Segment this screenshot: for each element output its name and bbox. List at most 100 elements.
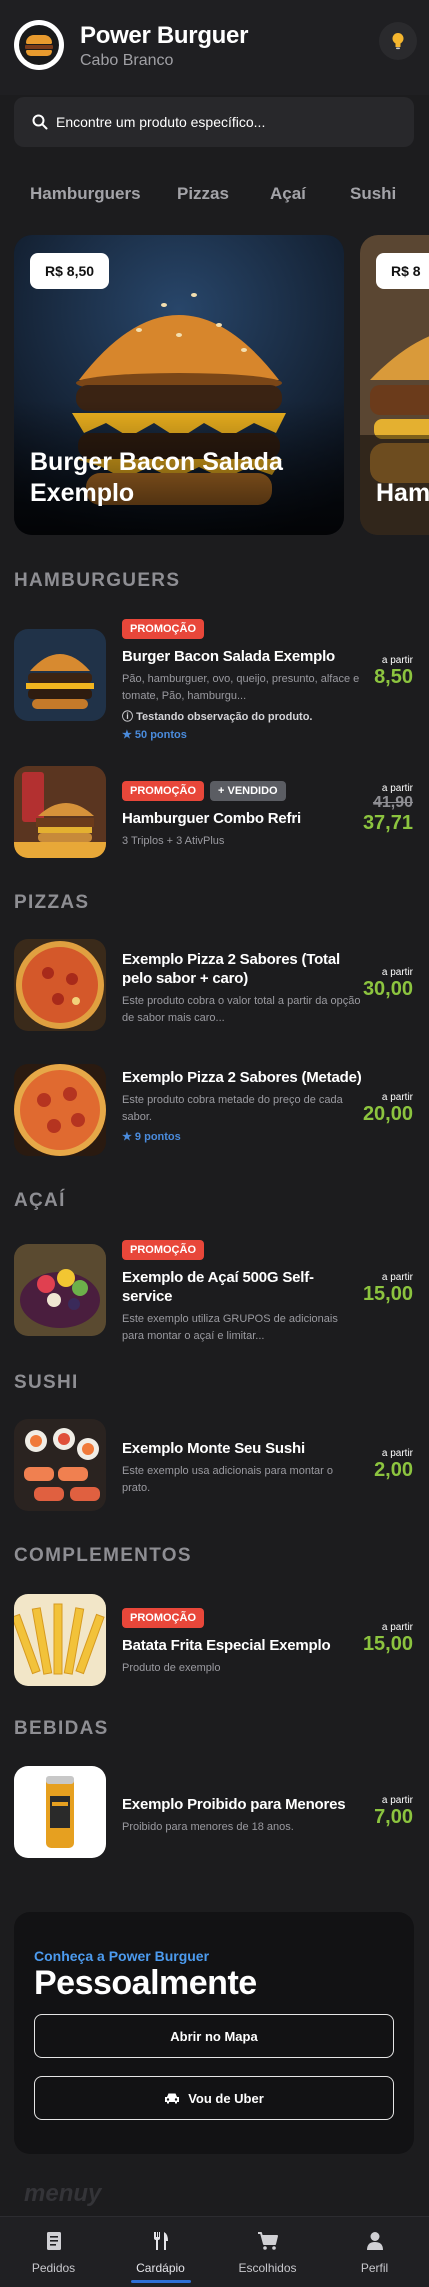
product-description: Este produto cobra metade do preço de ca… xyxy=(122,1094,343,1123)
star-icon: ★ xyxy=(122,729,135,741)
nav-label: Pedidos xyxy=(31,2261,76,2275)
section-title-hamburguers: HAMBURGUERS xyxy=(14,570,181,591)
store-logo xyxy=(14,20,64,70)
section-title-pizzas: PIZZAS xyxy=(14,892,90,913)
category-tabs: Hamburguers Pizzas Açaí Sushi xyxy=(0,170,429,220)
utensils-icon xyxy=(153,2232,168,2250)
product-name: Exemplo Proibido para Menores xyxy=(122,1796,346,1813)
product-description: Este exemplo utiliza GRUPOS de adicionai… xyxy=(122,1313,338,1342)
menuy-watermark: menuy xyxy=(24,2180,102,2207)
cart-icon xyxy=(257,2232,278,2250)
featured-carousel: R$ 8,50 Burger Bacon Salada Exemplo R$ 8… xyxy=(0,235,429,535)
product-description: Este produto cobra o valor total a parti… xyxy=(122,995,361,1024)
product-name: Exemplo Pizza 2 Sabores (Total pelo sabo… xyxy=(122,951,340,987)
promo-badge: PROMOÇÃO xyxy=(122,781,204,801)
user-icon xyxy=(366,2232,383,2250)
best-seller-badge: + VENDIDO xyxy=(210,781,286,801)
product-thumbnail xyxy=(14,939,106,1031)
product-old-price: 41,90 xyxy=(372,794,413,811)
promo-badge: PROMOÇÃO xyxy=(122,619,204,639)
promo-badge: PROMOÇÃO xyxy=(122,1240,204,1260)
nav-cardapio[interactable]: Cardápio xyxy=(107,2217,214,2287)
product-item[interactable]: Exemplo Pizza 2 Sabores (Total pelo sabo… xyxy=(0,925,429,1045)
section-title-bebidas: BEBIDAS xyxy=(14,1718,109,1739)
product-price: 20,00 xyxy=(362,1103,413,1125)
product-price: 30,00 xyxy=(362,978,413,1000)
product-item[interactable]: PROMOÇÃO Batata Frita Especial Exemplo P… xyxy=(0,1580,429,1700)
price-prefix: a partir xyxy=(381,655,413,666)
featured-price: R$ 8 xyxy=(376,253,429,289)
nav-pedidos[interactable]: Pedidos xyxy=(0,2217,107,2287)
product-item[interactable]: Exemplo Pizza 2 Sabores (Metade) Este pr… xyxy=(0,1050,429,1170)
price-prefix: a partir xyxy=(381,783,413,794)
product-thumbnail xyxy=(14,766,106,858)
featured-card[interactable]: R$ 8,50 Burger Bacon Salada Exemplo xyxy=(14,235,344,535)
product-description: 3 Triplos + 3 AtivPlus xyxy=(122,835,225,847)
open-map-button[interactable]: Abrir no Mapa xyxy=(34,2014,394,2058)
visit-card: Conheça a Power Burguer Pessoalmente Abr… xyxy=(14,1912,414,2154)
product-item[interactable]: PROMOÇÃO Exemplo de Açaí 500G Self-servi… xyxy=(0,1230,429,1350)
price-prefix: a partir xyxy=(381,1272,413,1283)
lightbulb-icon xyxy=(392,33,404,50)
featured-card[interactable]: R$ 8 Ham xyxy=(360,235,429,535)
visit-kicker: Conheça a Power Burguer xyxy=(34,1948,210,1964)
price-prefix: a partir xyxy=(381,1448,413,1459)
bottom-nav: Pedidos Cardápio Escolhidos Perfil xyxy=(0,2216,429,2287)
tab-sushi[interactable]: Sushi xyxy=(350,184,396,204)
product-observation: ⓘ Testando observação do produto. xyxy=(122,711,313,723)
product-name: Batata Frita Especial Exemplo xyxy=(122,1637,331,1654)
product-name: Exemplo de Açaí 500G Self-service xyxy=(122,1269,314,1305)
section-title-acai: AÇAÍ xyxy=(14,1190,66,1211)
product-points: ★ 9 pontos xyxy=(122,1131,181,1143)
product-item[interactable]: PROMOÇÃO Burger Bacon Salada Exemplo Pão… xyxy=(0,615,429,741)
theme-toggle-button[interactable] xyxy=(379,22,417,60)
search-input[interactable] xyxy=(54,113,398,131)
price-prefix: a partir xyxy=(381,1795,413,1806)
featured-price: R$ 8,50 xyxy=(30,253,110,289)
car-icon xyxy=(165,2093,180,2104)
info-icon: ⓘ xyxy=(122,711,137,723)
store-location: Cabo Branco xyxy=(80,52,174,69)
burger-logo-icon xyxy=(19,25,59,65)
nav-label: Perfil xyxy=(360,2261,389,2275)
star-icon: ★ xyxy=(122,1131,135,1143)
visit-title: Pessoalmente xyxy=(34,1964,257,2002)
product-price: 15,00 xyxy=(362,1283,413,1305)
product-price: 7,00 xyxy=(374,1806,413,1828)
product-name: Exemplo Pizza 2 Sabores (Metade) xyxy=(122,1069,362,1086)
search-bar[interactable] xyxy=(14,97,414,147)
featured-title: Burger Bacon Salada Exemplo xyxy=(30,448,283,507)
price-prefix: a partir xyxy=(381,967,413,978)
product-item[interactable]: PROMOÇÃO + VENDIDO Hamburguer Combo Refr… xyxy=(0,750,429,870)
featured-title: Ham xyxy=(376,479,429,507)
product-item[interactable]: Exemplo Monte Seu Sushi Este exemplo usa… xyxy=(0,1405,429,1525)
nav-perfil[interactable]: Perfil xyxy=(321,2217,428,2287)
product-price: 8,50 xyxy=(374,666,413,688)
nav-active-indicator xyxy=(130,2280,191,2283)
product-description: Produto de exemplo xyxy=(122,1662,221,1674)
store-name: Power Burguer xyxy=(80,22,249,49)
nav-escolhidos[interactable]: Escolhidos xyxy=(214,2217,321,2287)
product-points: ★ 50 pontos xyxy=(122,729,187,741)
product-thumbnail xyxy=(14,1064,106,1156)
tab-hamburguers[interactable]: Hamburguers xyxy=(30,184,141,204)
price-prefix: a partir xyxy=(381,1092,413,1103)
product-thumbnail xyxy=(14,629,106,721)
product-price: 2,00 xyxy=(374,1459,413,1481)
product-thumbnail xyxy=(14,1766,106,1858)
uber-label: Vou de Uber xyxy=(188,2090,264,2106)
uber-button[interactable]: Vou de Uber xyxy=(34,2076,394,2120)
nav-label: Escolhidos xyxy=(238,2261,297,2275)
product-price: 37,71 xyxy=(362,812,413,834)
tab-pizzas[interactable]: Pizzas xyxy=(177,184,229,204)
tab-acai[interactable]: Açaí xyxy=(270,184,306,204)
promo-badge: PROMOÇÃO xyxy=(122,1608,204,1628)
product-price: 15,00 xyxy=(362,1633,413,1655)
product-item[interactable]: Exemplo Proibido para Menores Proibido p… xyxy=(0,1752,429,1872)
price-prefix: a partir xyxy=(381,1622,413,1633)
open-map-label: Abrir no Mapa xyxy=(170,2028,258,2044)
header: Power Burguer Cabo Branco xyxy=(0,0,429,95)
nav-label: Cardápio xyxy=(136,2261,185,2275)
product-thumbnail xyxy=(14,1244,106,1336)
section-title-complementos: COMPLEMENTOS xyxy=(14,1545,192,1566)
